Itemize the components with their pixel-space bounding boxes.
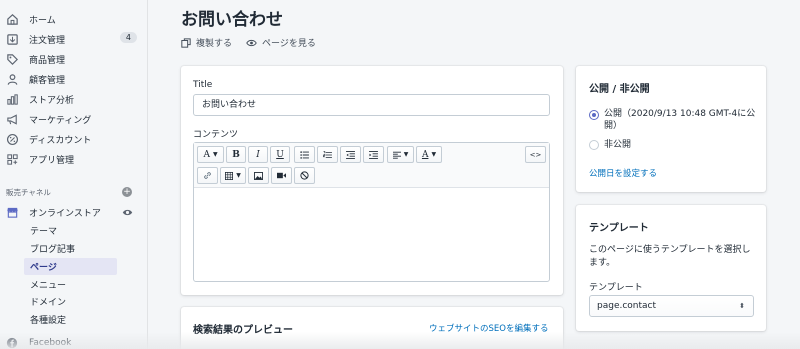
- sidebar-item-discounts[interactable]: ディスカウント: [5, 130, 141, 148]
- sidebar-sub-item-preferences[interactable]: 各種設定: [24, 311, 117, 328]
- title-input[interactable]: お問い合わせ: [193, 94, 550, 116]
- template-select[interactable]: page.contact ⬍: [589, 295, 754, 317]
- link-icon: [204, 172, 211, 179]
- clear-formatting-icon: [300, 171, 309, 180]
- table-icon: [225, 171, 234, 180]
- home-icon: [5, 12, 19, 26]
- outdent-button[interactable]: [340, 146, 361, 163]
- edit-seo-link[interactable]: ウェブサイトのSEOを編集する: [429, 322, 548, 334]
- bold-button[interactable]: B: [226, 146, 246, 163]
- visible-radio-label: 公開（2020/9/13 10:48 GMT-4に公開）: [604, 109, 756, 131]
- template-select-value: page.contact: [597, 301, 657, 311]
- sidebar-sub-item-themes[interactable]: テーマ: [24, 222, 117, 239]
- bulleted-list-button[interactable]: [294, 146, 315, 163]
- title-label: Title: [193, 80, 213, 90]
- italic-button[interactable]: I: [248, 146, 268, 163]
- sidebar-item-apps[interactable]: アプリ管理: [5, 150, 141, 168]
- facebook-icon: [5, 336, 19, 349]
- clear-formatting-button[interactable]: [294, 167, 315, 184]
- visible-radio[interactable]: [589, 110, 599, 120]
- sidebar-item-online-store[interactable]: オンラインストア: [5, 203, 141, 221]
- image-icon: [254, 171, 263, 180]
- video-icon: [277, 172, 286, 179]
- duplicate-icon: [181, 37, 191, 48]
- tag-icon: [5, 52, 19, 66]
- hidden-radio[interactable]: [589, 140, 599, 150]
- sidebar-item-label: Facebook: [29, 338, 72, 348]
- insert-video-button[interactable]: [271, 167, 292, 184]
- sidebar-item-home[interactable]: ホーム: [5, 10, 141, 28]
- editor-body[interactable]: [194, 189, 549, 281]
- text-color-label: A: [421, 149, 429, 160]
- underline-button[interactable]: U: [270, 146, 290, 163]
- sidebar-item-label: 注文管理: [29, 35, 66, 46]
- sidebar-sub-item-navigation[interactable]: メニュー: [24, 276, 117, 293]
- sidebar-sub-item-domains[interactable]: ドメイン: [24, 293, 117, 310]
- template-heading: テンプレート: [589, 223, 649, 234]
- bulleted-list-icon: [300, 150, 309, 159]
- insert-link-button[interactable]: [197, 167, 218, 184]
- orders-count-badge: 4: [119, 32, 137, 43]
- font-format-dropdown[interactable]: A ▼: [197, 146, 224, 163]
- hidden-radio-label: 非公開: [604, 140, 632, 150]
- sidebar-item-analytics[interactable]: ストア分析: [5, 90, 141, 108]
- orders-icon: [5, 32, 19, 46]
- set-visibility-date-link[interactable]: 公開日を設定する: [589, 167, 657, 179]
- sidebar-item-label: 顧客管理: [29, 75, 66, 86]
- insert-table-dropdown[interactable]: ▼: [220, 167, 246, 184]
- sidebar-item-products[interactable]: 商品管理: [5, 50, 141, 68]
- page-title: お問い合わせ: [181, 10, 283, 30]
- sidebar-item-label: ディスカウント: [29, 135, 92, 146]
- template-select-label: テンプレート: [589, 283, 643, 293]
- duplicate-button[interactable]: 複製する: [181, 36, 232, 49]
- indent-button[interactable]: [363, 146, 384, 163]
- select-arrows-icon: ⬍: [739, 302, 745, 310]
- store-icon: [5, 205, 19, 219]
- sidebar-item-label: ストア分析: [29, 95, 75, 106]
- sidebar-item-label: ホーム: [29, 15, 56, 26]
- apps-icon: [5, 152, 19, 166]
- sidebar: ホーム 注文管理 4 商品管理 顧客管理 ストア分析 マーケティング ディスカウ…: [0, 0, 148, 349]
- indent-icon: [369, 150, 378, 159]
- sidebar-item-label: 商品管理: [29, 55, 66, 66]
- sidebar-item-label: オンラインストア: [29, 208, 101, 219]
- megaphone-icon: [5, 112, 19, 126]
- font-format-label: A: [203, 149, 210, 160]
- seo-preview-heading: 検索結果のプレビュー: [193, 325, 293, 336]
- analytics-icon: [5, 92, 19, 106]
- sidebar-sub-item-pages[interactable]: ページ: [24, 258, 117, 275]
- view-page-button[interactable]: ページを見る: [246, 36, 316, 49]
- add-channel-button[interactable]: +: [122, 187, 132, 197]
- discount-icon: [5, 132, 19, 146]
- editor-toolbar: A ▼ B I U ▼ A ▼ <> ▼: [194, 143, 549, 188]
- insert-image-button[interactable]: [248, 167, 269, 184]
- view-online-store-icon[interactable]: [122, 207, 133, 221]
- eye-icon: [246, 38, 257, 48]
- visibility-heading: 公開 / 非公開: [589, 84, 650, 95]
- sales-channels-label: 販売チャネル: [6, 188, 51, 197]
- sidebar-item-facebook[interactable]: Facebook: [5, 334, 141, 349]
- content-label: コンテンツ: [193, 130, 239, 140]
- sidebar-item-label: マーケティング: [29, 115, 92, 126]
- show-html-button[interactable]: <>: [525, 146, 546, 163]
- person-icon: [5, 72, 19, 86]
- sidebar-item-customers[interactable]: 顧客管理: [5, 70, 141, 88]
- sidebar-sub-item-blog[interactable]: ブログ記事: [24, 240, 117, 257]
- sidebar-item-marketing[interactable]: マーケティング: [5, 110, 141, 128]
- sidebar-item-orders[interactable]: 注文管理 4: [5, 30, 141, 48]
- numbered-list-button[interactable]: [317, 146, 338, 163]
- alignment-dropdown[interactable]: ▼: [387, 146, 414, 163]
- rich-text-editor: A ▼ B I U ▼ A ▼ <> ▼: [193, 142, 550, 282]
- align-left-icon: [392, 151, 401, 159]
- template-description: このページに使うテンプレートを選択します。: [589, 245, 751, 268]
- numbered-list-icon: [323, 150, 332, 158]
- sidebar-item-label: アプリ管理: [29, 155, 75, 166]
- duplicate-label: 複製する: [196, 39, 233, 49]
- text-color-dropdown[interactable]: A ▼: [416, 146, 442, 163]
- outdent-icon: [346, 150, 355, 159]
- view-page-label: ページを見る: [262, 39, 316, 49]
